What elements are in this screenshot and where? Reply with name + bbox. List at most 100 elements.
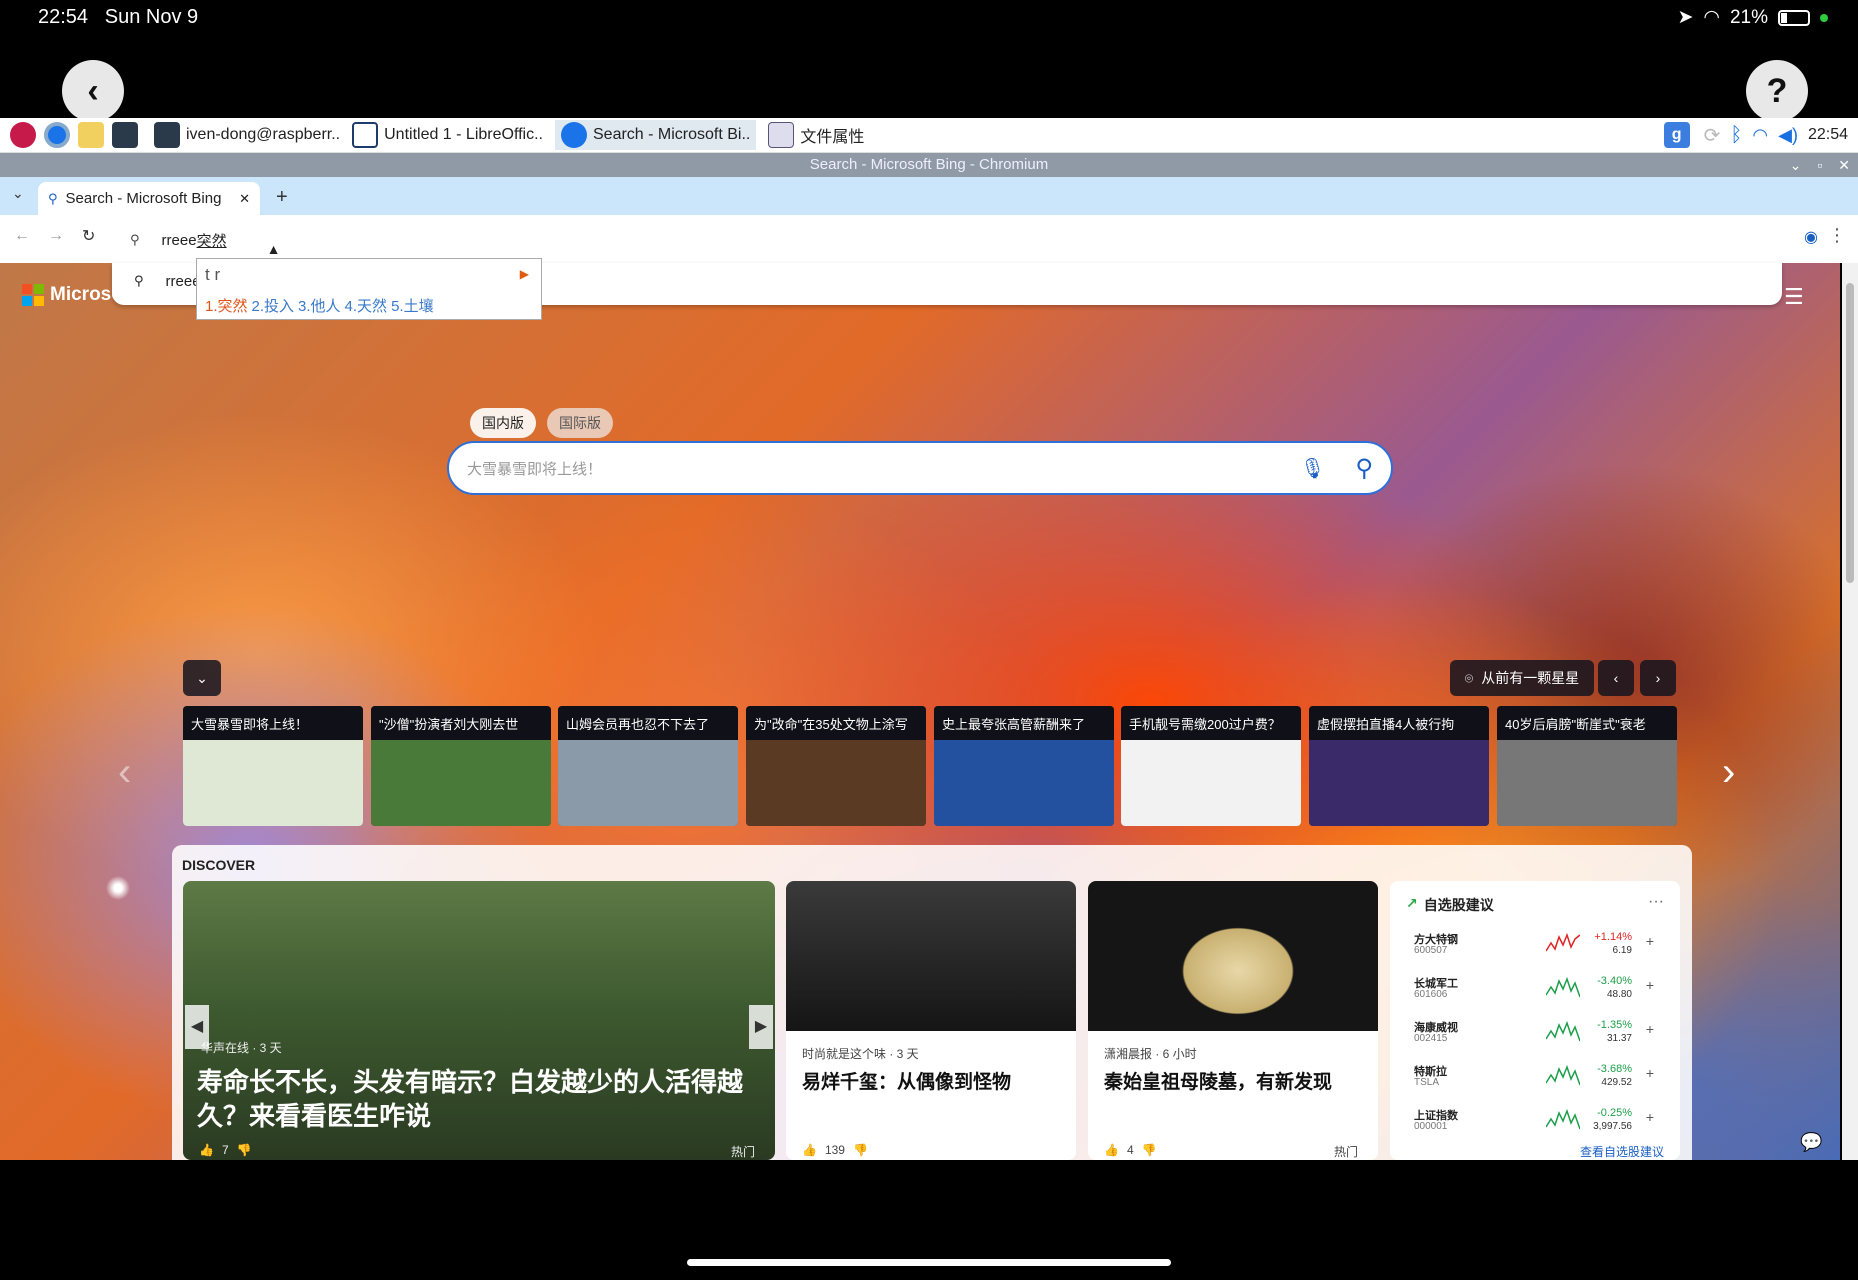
add-stock-icon[interactable]: +: [1646, 1109, 1654, 1125]
taskbar-item-properties[interactable]: 文件属性: [768, 122, 864, 148]
bluetooth-icon[interactable]: ᛒ: [1730, 124, 1742, 147]
stock-price: 6.19: [1612, 945, 1632, 956]
minimize-icon[interactable]: ⌄: [1790, 153, 1802, 177]
new-tab-icon[interactable]: +: [276, 186, 288, 209]
add-stock-icon[interactable]: +: [1646, 977, 1654, 993]
dislike-icon[interactable]: 👎: [237, 1143, 252, 1157]
raspberry-menu-icon[interactable]: [10, 122, 36, 148]
stock-widget: ↗ 自选股建议 ··· 方大特钢 600507 +1.14% 6.19 + 长城军工 601…: [1390, 881, 1680, 1160]
next-page-arrow-icon[interactable]: ▶: [520, 267, 529, 281]
stock-change: -3.68%: [1597, 1063, 1632, 1075]
news-headline: 秦始皇祖母陵墓，有新发现: [1104, 1072, 1333, 1093]
news-card[interactable]: 40岁后肩膀"断崖式"衰老: [1497, 706, 1677, 826]
news-title: 虚假摆拍直播4人被行拘: [1309, 706, 1489, 740]
carousel-right-icon[interactable]: ›: [1722, 750, 1735, 795]
home-indicator[interactable]: [687, 1259, 1171, 1266]
wifi-icon: ◠: [1703, 7, 1720, 28]
reload-icon[interactable]: ↻: [82, 226, 95, 246]
search-icon[interactable]: ⚲: [1355, 454, 1373, 483]
stock-row[interactable]: 上证指数 000001 -0.25% 3,997.56 +: [1390, 1103, 1680, 1147]
dislike-icon[interactable]: 👎: [1142, 1143, 1157, 1157]
profile-icon[interactable]: ◉: [1804, 227, 1818, 247]
suggestion-row[interactable]: ⚲ rreee: [134, 273, 201, 290]
card-prev-icon[interactable]: ◀: [185, 1005, 209, 1049]
chromium-icon: [561, 122, 587, 148]
back-arrow-icon[interactable]: ←: [14, 227, 30, 245]
chevron-right-icon: ›: [1655, 670, 1661, 686]
close-icon[interactable]: ✕: [1838, 153, 1850, 177]
hamburger-menu-icon[interactable]: ☰: [1784, 284, 1804, 310]
tab-search-icon[interactable]: ⌄: [12, 185, 24, 202]
back-icon[interactable]: ‹: [62, 60, 124, 122]
news-card[interactable]: 手机靓号需缴200过户费？: [1121, 706, 1301, 826]
ime-candidate[interactable]: 5.土壤: [391, 295, 434, 316]
view-stocks-link[interactable]: 查看自选股建议: [1580, 1143, 1664, 1160]
sync-icon[interactable]: ⟳: [1704, 123, 1721, 148]
network-icon[interactable]: ◠: [1752, 125, 1768, 146]
ime-candidate[interactable]: 1.突然: [205, 295, 248, 316]
news-title: 史上最夸张高管薪酬来了: [934, 706, 1114, 740]
news-card[interactable]: 山姆会员再也忍不下去了: [558, 706, 738, 826]
main-news-card[interactable]: 华声在线 · 3 天 寿命长不长，头发有暗示？白发越少的人活得越久？来看看医生咋…: [183, 881, 775, 1160]
tab-domestic[interactable]: 国内版: [470, 408, 536, 438]
scrollbar-thumb[interactable]: [1846, 283, 1854, 583]
grammarly-icon[interactable]: g: [1663, 122, 1690, 148]
taskbar-item-libreoffice[interactable]: Untitled 1 - LibreOffic..: [352, 122, 543, 148]
forward-arrow-icon[interactable]: →: [48, 227, 64, 245]
microphone-icon[interactable]: 🎙: [1300, 456, 1325, 481]
time-text: 22:54: [38, 6, 89, 28]
stock-row[interactable]: 特斯拉 TSLA -3.68% 429.52 +: [1390, 1059, 1680, 1103]
carousel-left-icon[interactable]: ‹: [118, 750, 131, 795]
news-card[interactable]: 为"改命"在35处文物上涂写: [746, 706, 926, 826]
search-icon: ⚲: [134, 273, 144, 288]
maximize-icon[interactable]: ▫: [1817, 153, 1822, 177]
bing-logo[interactable]: Microso: [22, 284, 123, 306]
card-next-icon[interactable]: ▶: [749, 1005, 773, 1049]
like-icon[interactable]: 👍: [802, 1143, 817, 1157]
stock-row[interactable]: 长城军工 601606 -3.40% 48.80 +: [1390, 971, 1680, 1015]
ime-candidate[interactable]: 4.天然: [345, 295, 388, 316]
ime-candidate-window: t r ▶ 1.突然 2.投入 3.他人 4.天然 5.土壤: [196, 258, 542, 320]
add-stock-icon[interactable]: +: [1646, 933, 1654, 949]
terminal-icon[interactable]: [112, 122, 138, 148]
scrollbar[interactable]: [1842, 263, 1858, 1160]
file-manager-icon[interactable]: [78, 122, 104, 148]
tab-bing[interactable]: ⚲ Search - Microsoft Bing ✕: [38, 182, 260, 215]
add-stock-icon[interactable]: +: [1646, 1065, 1654, 1081]
help-icon[interactable]: ?: [1746, 60, 1808, 122]
news-card[interactable]: 虚假摆拍直播4人被行拘: [1309, 706, 1489, 826]
taskbar-item-chromium[interactable]: Search - Microsoft Bi..: [555, 120, 757, 150]
news-card[interactable]: 大雪暴雪即将上线！: [183, 706, 363, 826]
pi-taskbar: iven-dong@raspberr.. Untitled 1 - LibreO…: [0, 118, 1858, 153]
menu-dots-icon[interactable]: ⋮: [1828, 225, 1846, 246]
news-card[interactable]: 史上最夸张高管薪酬来了: [934, 706, 1114, 826]
close-tab-icon[interactable]: ✕: [239, 191, 250, 207]
add-stock-icon[interactable]: +: [1646, 1021, 1654, 1037]
stock-sparkline: [1546, 1020, 1580, 1042]
ime-candidate[interactable]: 3.他人: [298, 295, 341, 316]
next-image-button[interactable]: ›: [1640, 660, 1676, 696]
prev-image-button[interactable]: ‹: [1598, 660, 1634, 696]
volume-icon[interactable]: ◀): [1778, 125, 1798, 146]
chromium-icon[interactable]: [44, 122, 70, 148]
ime-candidate[interactable]: 2.投入: [252, 295, 295, 316]
tab-international[interactable]: 国际版: [547, 408, 613, 438]
more-options-icon[interactable]: ···: [1648, 893, 1664, 911]
news-card-2[interactable]: 时尚就是这个味 · 3 天 易烊千玺：从偶像到怪物 👍 139 👎: [786, 881, 1076, 1160]
stock-code: 600507: [1414, 945, 1448, 956]
bing-search-box[interactable]: 大雪暴雪即将上线！ 🎙 ⚲: [447, 441, 1393, 495]
image-info-button[interactable]: ⌾ 从前有一颗星星: [1450, 660, 1594, 696]
collapse-button[interactable]: ⌄: [183, 660, 221, 696]
stock-row[interactable]: 海康威视 002415 -1.35% 31.37 +: [1390, 1015, 1680, 1059]
dislike-icon[interactable]: 👎: [853, 1143, 868, 1157]
taskbar-item-terminal[interactable]: iven-dong@raspberr..: [154, 122, 340, 148]
news-card[interactable]: "沙僧"扮演者刘大刚去世: [371, 706, 551, 826]
chat-icon[interactable]: 💬: [1800, 1132, 1822, 1153]
like-icon[interactable]: 👍: [1104, 1143, 1119, 1157]
news-card-3[interactable]: 潇湘晨报 · 6 小时 秦始皇祖母陵墓，有新发现 👍 4 👎 热门: [1088, 881, 1378, 1160]
omnibox[interactable]: ⚲ rreee 突然 ▲: [118, 222, 1778, 258]
microsoft-logo-icon: [22, 284, 44, 306]
stock-row[interactable]: 方大特钢 600507 +1.14% 6.19 +: [1390, 927, 1680, 971]
news-image: [558, 740, 738, 826]
like-icon[interactable]: 👍: [199, 1143, 214, 1157]
